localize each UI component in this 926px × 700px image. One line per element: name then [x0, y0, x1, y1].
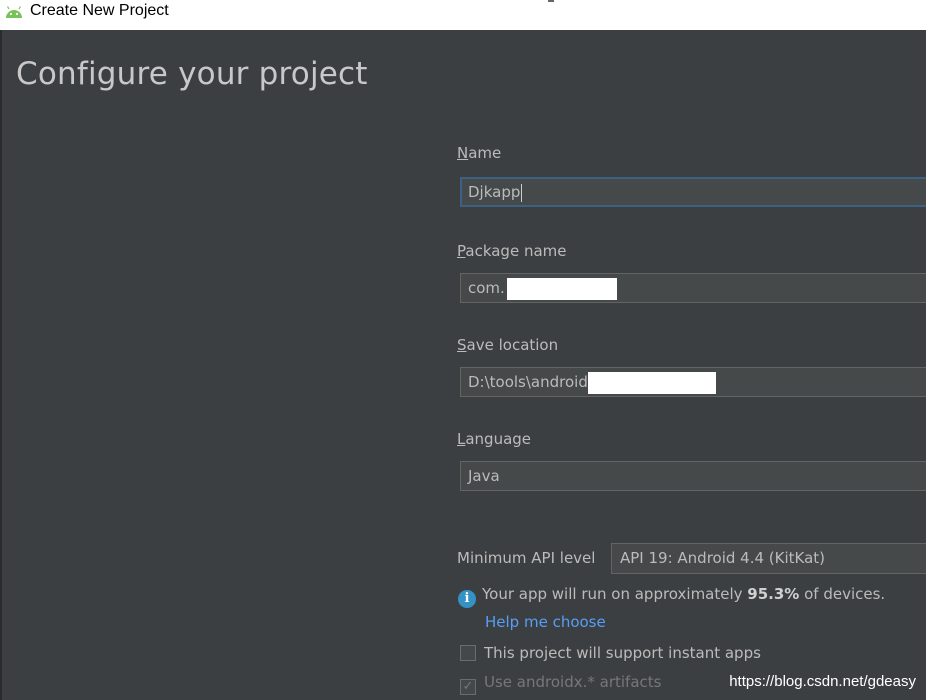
window-title: Create New Project — [30, 2, 169, 19]
watermark: https://blog.csdn.net/gdeasy — [729, 673, 916, 690]
info-icon: i — [458, 590, 476, 608]
language-select[interactable]: Java — [460, 461, 926, 491]
android-icon — [6, 6, 22, 18]
package-name-label: Package name — [457, 242, 567, 260]
save-location-value: D:\tools\android — [468, 373, 588, 391]
window-left-edge — [0, 30, 2, 700]
language-label: Language — [457, 430, 532, 448]
title-bar: Create New Project — [0, 0, 926, 30]
min-api-select[interactable]: API 19: Android 4.4 (KitKat) — [611, 543, 926, 574]
help-me-choose-link[interactable]: Help me choose — [485, 613, 606, 631]
name-value: Djkapp — [468, 183, 521, 201]
redaction-block — [587, 371, 716, 394]
coverage-percent: 95.3% — [747, 585, 800, 603]
save-location-input[interactable]: D:\tools\android — [460, 367, 926, 397]
name-input[interactable]: Djkapp — [460, 177, 926, 207]
page-title: Configure your project — [16, 56, 368, 92]
package-name-input[interactable]: com. — [460, 273, 926, 303]
save-location-label: Save location — [457, 336, 559, 354]
redaction-block — [506, 277, 617, 300]
device-coverage-info: i Your app will run on approximately 95.3… — [458, 585, 885, 608]
text-caret — [521, 183, 523, 202]
androidx-checkbox: ✓ Use androidx.* artifacts — [460, 673, 661, 695]
name-label: Name — [457, 144, 502, 162]
min-api-label: Minimum API level — [457, 549, 596, 567]
instant-apps-label: This project will support instant apps — [484, 644, 761, 662]
title-bar-mark — [548, 0, 554, 2]
package-name-value: com. — [468, 279, 505, 297]
checkbox-unchecked[interactable] — [460, 645, 476, 661]
language-value: Java — [468, 467, 500, 485]
checkmark-icon: ✓ — [460, 679, 476, 695]
min-api-value: API 19: Android 4.4 (KitKat) — [620, 549, 826, 567]
instant-apps-checkbox[interactable]: This project will support instant apps — [460, 644, 761, 662]
androidx-label: Use androidx.* artifacts — [484, 673, 662, 691]
